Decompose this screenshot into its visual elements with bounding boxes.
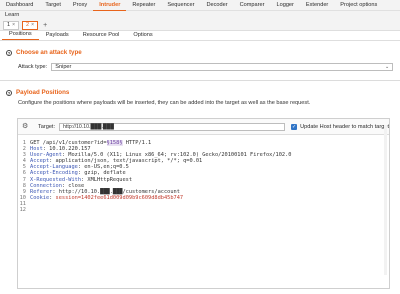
top-tab-intruder[interactable]: Intruder (93, 0, 127, 11)
help-icon[interactable]: ? (6, 89, 12, 96)
learn-tab[interactable]: Learn (0, 11, 400, 20)
tab-resource-pool[interactable]: Resource Pool (76, 32, 127, 40)
attack-tab-bar: 1 × 2 × + (0, 20, 400, 31)
update-host-checkbox[interactable]: ✓ (291, 123, 298, 130)
main-tab-bar: Dashboard Target Proxy Intruder Repeater Sequ… (0, 0, 400, 11)
request-editor-panel: ⚙ Target: http://10.10.███.███ ✓ Update … (17, 118, 390, 289)
choose-attack-header: ? Choose an attack type (0, 49, 400, 56)
top-tab-repeater[interactable]: Repeater (126, 0, 161, 11)
attack-tab-label: 2 (26, 21, 30, 28)
top-tab-target[interactable]: Target (39, 0, 67, 11)
payload-positions-title: Payload Positions (16, 89, 70, 96)
close-icon[interactable]: × (31, 21, 34, 30)
top-tab-proxy[interactable]: Proxy (67, 0, 93, 11)
update-host-label: Update Host header to match target (300, 123, 389, 130)
attack-tab-2[interactable]: 2 × (22, 20, 39, 30)
top-tab-decoder[interactable]: Decoder (200, 0, 233, 11)
request-text: Cookie (30, 194, 50, 201)
attack-type-select[interactable]: Sniper ⌄ (51, 63, 394, 71)
top-tab-extender[interactable]: Extender (300, 0, 334, 11)
target-input[interactable]: http://10.10.███.███ (59, 122, 286, 131)
payload-marker: §158§ (106, 140, 123, 147)
add-tab-icon[interactable]: + (41, 22, 49, 29)
top-tab-logger[interactable]: Logger (270, 0, 299, 11)
choose-attack-title: Choose an attack type (16, 49, 82, 56)
gear-icon[interactable]: ⚙ (22, 123, 29, 130)
request-line: 12 (18, 207, 389, 213)
attack-tab-label: 1 (7, 21, 11, 28)
request-editor[interactable]: 1 GET /api/v1/customer?id= §158§ HTTP/1.1 2… (18, 135, 389, 213)
intruder-inner-tabs: Positions Payloads Resource Pool Options (0, 31, 400, 41)
top-tab-comparer[interactable]: Comparer (234, 0, 271, 11)
editor-scrollbar[interactable] (384, 125, 387, 275)
tab-positions[interactable]: Positions (2, 31, 39, 40)
request-text: : XMLHttpRequest (81, 176, 133, 183)
tab-payloads[interactable]: Payloads (39, 32, 76, 40)
section-divider (0, 80, 400, 81)
tab-options[interactable]: Options (126, 32, 159, 40)
payload-positions-description: Configure the positions where payloads w… (18, 100, 311, 106)
request-text: HTTP/1.1 (122, 140, 152, 146)
target-label: Target: (37, 123, 56, 130)
request-text: session=1402fee61d009d09b9c609d8db45b747 (55, 194, 184, 201)
line-number: 12 (19, 207, 26, 214)
target-row: ⚙ Target: http://10.10.███.███ ✓ Update … (18, 119, 389, 135)
attack-type-value: Sniper (55, 64, 72, 70)
top-tab-dashboard[interactable]: Dashboard (0, 0, 39, 11)
chevron-down-icon: ⌄ (385, 64, 390, 70)
close-icon[interactable]: × (12, 21, 15, 30)
top-tab-sequencer[interactable]: Sequencer (161, 0, 200, 11)
top-tab-project-options[interactable]: Project options (334, 0, 383, 11)
attack-tab-1[interactable]: 1 × (3, 20, 20, 30)
help-icon[interactable]: ? (6, 49, 12, 56)
attack-type-row: Attack type: Sniper ⌄ (0, 63, 400, 71)
payload-positions-header: ? Payload Positions (0, 89, 400, 96)
attack-type-label: Attack type: (18, 64, 48, 70)
